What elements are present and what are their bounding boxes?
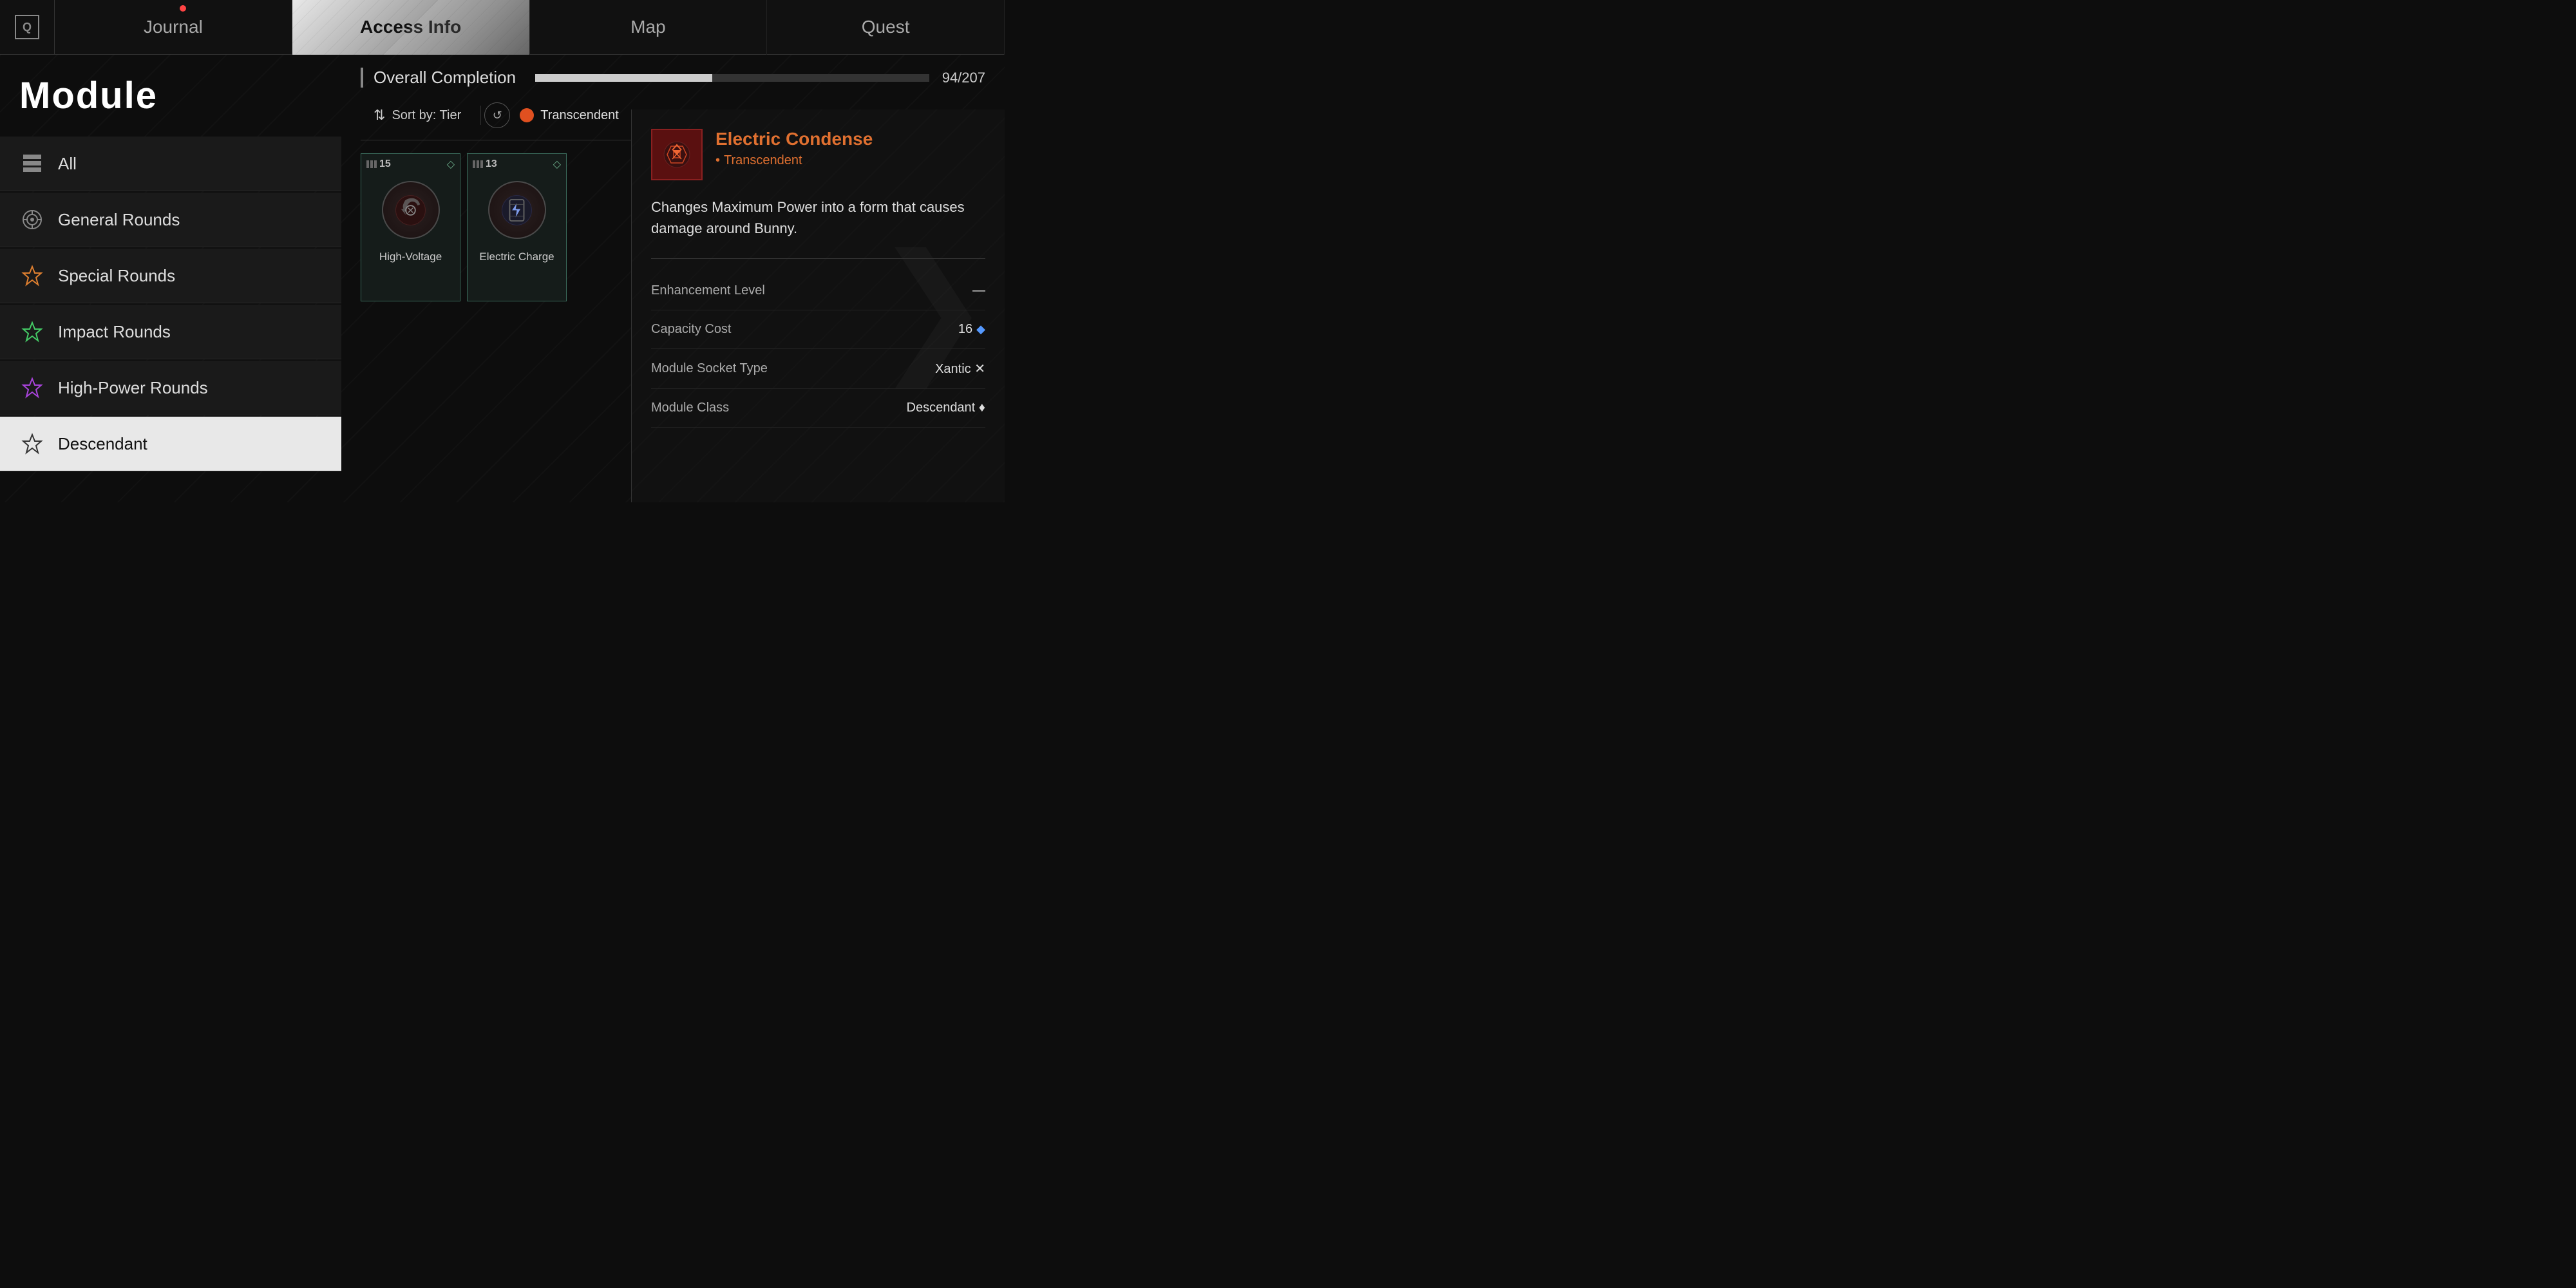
q-icon: Q <box>15 15 39 39</box>
sidebar-item-impact-rounds[interactable]: Impact Rounds <box>0 305 341 359</box>
class-label: Module Class <box>651 401 729 415</box>
all-icon <box>19 151 45 176</box>
socket-value: Xantic ✕ <box>935 361 985 377</box>
sidebar-item-all[interactable]: All <box>0 137 341 191</box>
level-bars-1 <box>366 160 377 168</box>
sidebar-item-descendant[interactable]: Descendant <box>0 417 341 471</box>
card-level-1: 15 <box>366 158 391 170</box>
detail-title: Electric Condense <box>715 129 985 149</box>
socket-label: Module Socket Type <box>651 361 768 376</box>
capacity-value: 16 ◆ <box>958 322 985 337</box>
detail-description: Changes Maximum Power into a form that c… <box>651 196 985 239</box>
sidebar-menu: All General Rounds <box>0 137 341 471</box>
transcendent-label: Transcendent <box>540 108 619 123</box>
sidebar: Module All <box>0 55 341 502</box>
top-nav: Q Journal Access Info Map Quest <box>0 0 1005 55</box>
completion-bar-fill <box>535 74 712 82</box>
detail-header: Electric Condense Transcendent <box>651 129 985 180</box>
special-rounds-icon <box>19 263 45 289</box>
descendant-icon <box>19 431 45 457</box>
sort-icon: ⇅ <box>374 107 385 124</box>
notification-dot <box>180 5 186 12</box>
detail-panel: ❯ Electric Condense Transcendent <box>631 109 1005 502</box>
level-bar <box>374 160 377 168</box>
impact-rounds-icon <box>19 319 45 345</box>
level-bar <box>366 160 369 168</box>
main-content: Module All <box>0 55 1005 502</box>
completion-section: Overall Completion 94/207 <box>361 68 985 88</box>
level-bar <box>370 160 373 168</box>
nav-item-journal[interactable]: Journal <box>55 0 292 55</box>
completion-count: 94/207 <box>942 70 985 86</box>
completion-bar <box>535 74 929 82</box>
card-name-2: Electric Charge <box>475 245 558 269</box>
detail-row-enhancement: Enhancement Level — <box>651 272 985 310</box>
nav-item-quest[interactable]: Quest <box>767 0 1005 55</box>
enhancement-label: Enhancement Level <box>651 283 765 298</box>
drop-icon: ◆ <box>976 323 985 336</box>
sort-button[interactable]: ⇅ Sort by: Tier <box>361 100 474 130</box>
card-electric-charge[interactable]: 13 ◇ Electric Charge <box>467 153 567 301</box>
card-img-2 <box>482 175 553 245</box>
sidebar-item-special-rounds[interactable]: Special Rounds <box>0 249 341 303</box>
detail-row-capacity: Capacity Cost 16 ◆ <box>651 310 985 349</box>
level-bar <box>473 160 475 168</box>
card-img-1 <box>375 175 446 245</box>
sidebar-item-general-rounds[interactable]: General Rounds <box>0 193 341 247</box>
general-rounds-icon <box>19 207 45 232</box>
capacity-label: Capacity Cost <box>651 322 732 337</box>
page-title: Module <box>0 68 341 137</box>
transcendent-dot <box>520 108 534 122</box>
card-header-2: 13 ◇ <box>468 154 566 175</box>
detail-content: Electric Condense Transcendent Changes M… <box>651 129 985 428</box>
card-name-1: High-Voltage <box>375 245 446 269</box>
q-button[interactable]: Q <box>0 0 55 55</box>
nav-item-access-info[interactable]: Access Info <box>292 0 530 55</box>
level-bar <box>480 160 483 168</box>
sidebar-item-high-power-rounds[interactable]: High-Power Rounds <box>0 361 341 415</box>
level-bar <box>477 160 479 168</box>
card-high-voltage[interactable]: 15 ◇ High-Voltage <box>361 153 460 301</box>
level-num-2: 13 <box>486 158 497 170</box>
refresh-button[interactable]: ↺ <box>484 102 510 128</box>
nav-item-map[interactable]: Map <box>530 0 768 55</box>
class-value: Descendant ♦ <box>907 401 986 415</box>
level-num-1: 15 <box>379 158 391 170</box>
card-circle-1 <box>382 181 440 239</box>
card-circle-2 <box>488 181 546 239</box>
detail-rarity: Transcendent <box>715 153 985 168</box>
completion-label: Overall Completion <box>374 68 516 88</box>
card-header-1: 15 ◇ <box>361 154 460 175</box>
high-power-rounds-icon <box>19 375 45 401</box>
filter-separator <box>480 106 481 125</box>
detail-divider <box>651 258 985 259</box>
socket-icon-2: ◇ <box>553 158 561 171</box>
socket-icon-1: ◇ <box>447 158 455 171</box>
detail-row-class: Module Class Descendant ♦ <box>651 389 985 428</box>
detail-icon-box <box>651 129 703 180</box>
detail-title-block: Electric Condense Transcendent <box>715 129 985 168</box>
card-level-2: 13 <box>473 158 497 170</box>
level-bars-2 <box>473 160 483 168</box>
detail-row-socket: Module Socket Type Xantic ✕ <box>651 349 985 389</box>
enhancement-value: — <box>972 283 985 298</box>
